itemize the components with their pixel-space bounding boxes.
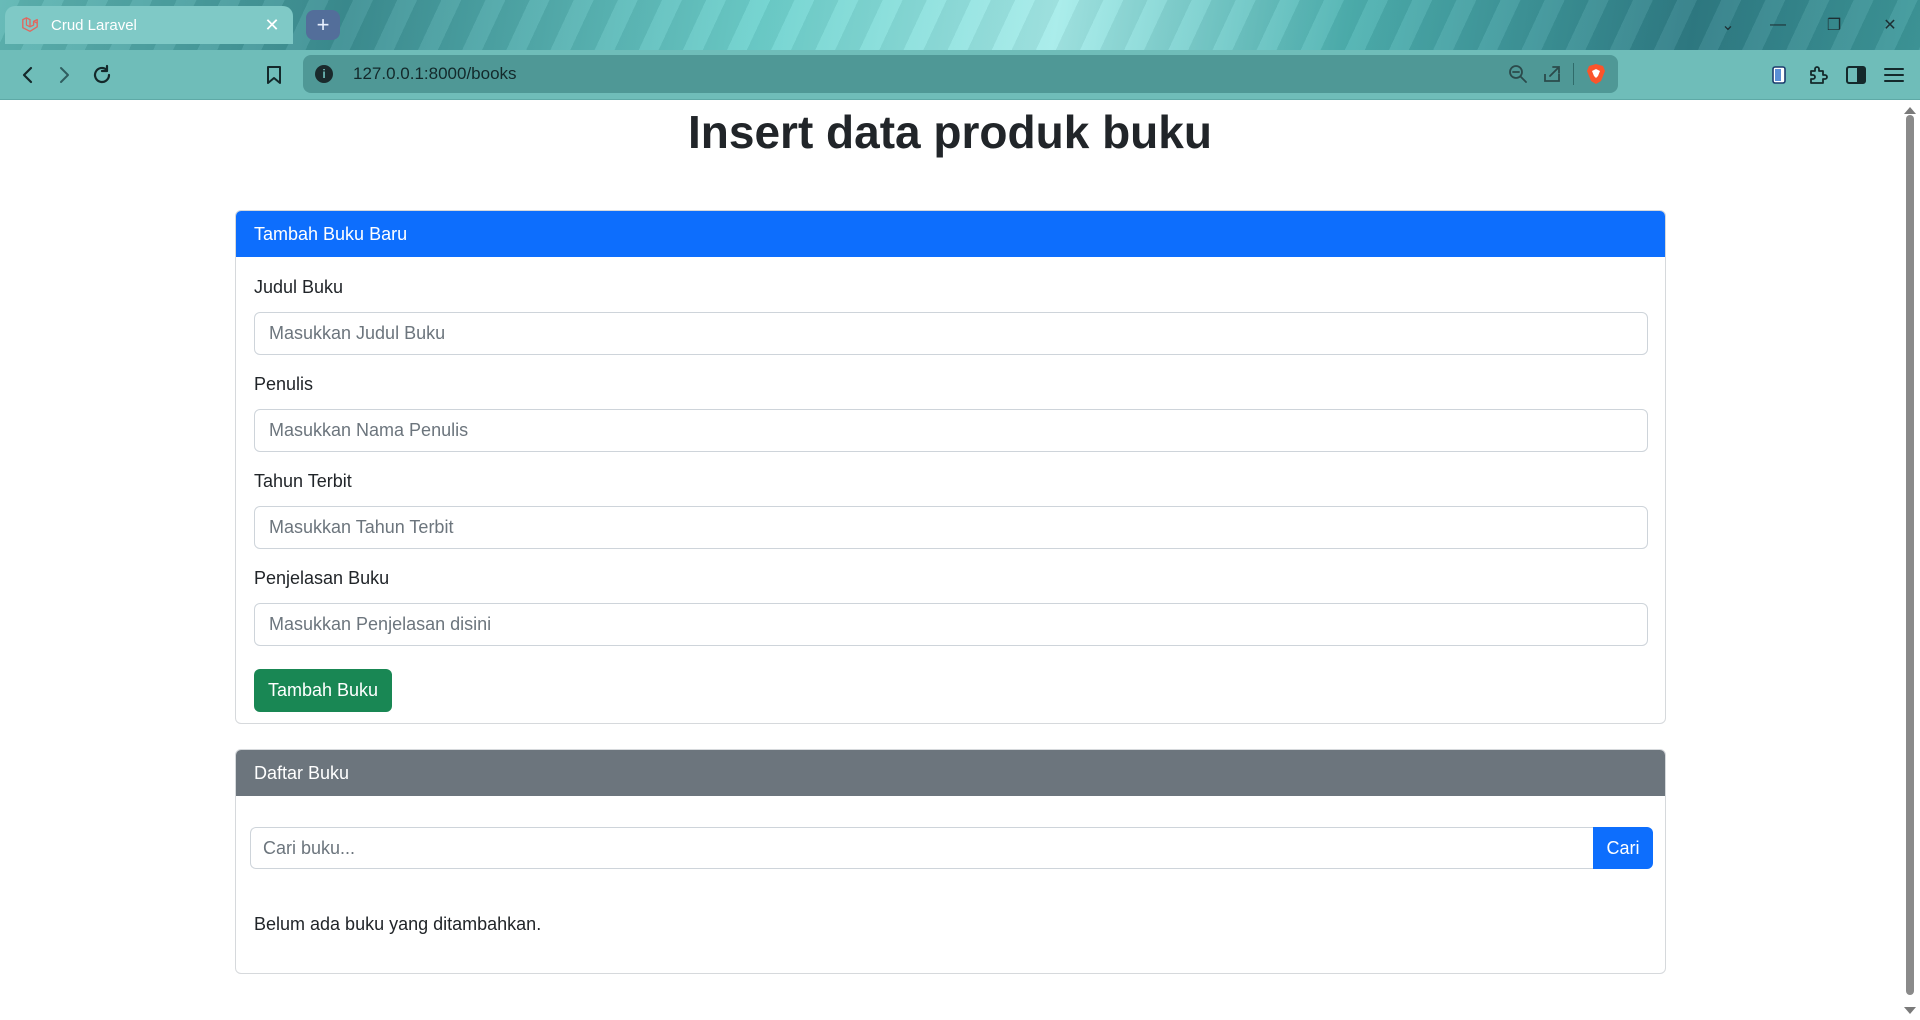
minimize-icon[interactable]: — [1750, 0, 1806, 50]
reload-icon[interactable] [86, 60, 118, 90]
zoom-out-icon[interactable] [1501, 57, 1535, 91]
omnibox-divider [1573, 63, 1574, 85]
scroll-down-arrow-icon[interactable] [1904, 1007, 1916, 1014]
add-book-card-header: Tambah Buku Baru [236, 211, 1665, 257]
year-label: Tahun Terbit [254, 471, 352, 491]
author-input[interactable] [254, 409, 1648, 452]
forward-icon[interactable] [48, 60, 80, 90]
wallet-icon[interactable] [1764, 60, 1796, 90]
site-info-icon[interactable]: i [315, 65, 333, 83]
book-list-card: Daftar Buku Cari Belum ada buku yang dit… [235, 749, 1666, 974]
url-text[interactable]: 127.0.0.1:8000/books [353, 64, 1501, 84]
add-book-card: Tambah Buku Baru Judul Buku Penulis Tahu… [235, 210, 1666, 724]
address-bar[interactable]: i 127.0.0.1:8000/books [303, 55, 1618, 93]
scroll-thumb[interactable] [1906, 115, 1914, 995]
tab-strip: Crud Laravel ✕ + ⌄ — ❐ ✕ [0, 0, 1920, 50]
extensions-icon[interactable] [1802, 60, 1834, 90]
page-content: Insert data produk buku Tambah Buku Baru… [0, 101, 1900, 1020]
page-title: Insert data produk buku [688, 106, 1212, 158]
author-label: Penulis [254, 374, 314, 394]
back-icon[interactable] [12, 60, 44, 90]
close-window-icon[interactable]: ✕ [1862, 0, 1918, 50]
brave-shield-icon[interactable] [1584, 62, 1608, 86]
title-label: Judul Buku [254, 277, 344, 297]
page-scrollbar[interactable] [1900, 101, 1920, 1020]
browser-toolbar: i 127.0.0.1:8000/books [0, 50, 1920, 100]
bookmark-icon[interactable] [258, 60, 290, 90]
restore-icon[interactable]: ❐ [1806, 0, 1862, 50]
empty-list-message: Belum ada buku yang ditambahkan. [254, 914, 542, 934]
search-button[interactable]: Cari [1593, 827, 1653, 869]
description-label: Penjelasan Buku [254, 568, 390, 588]
sidebar-icon[interactable] [1840, 60, 1872, 90]
scroll-up-arrow-icon[interactable] [1904, 107, 1916, 114]
menu-icon[interactable] [1878, 60, 1910, 90]
year-input[interactable] [254, 506, 1648, 549]
tab-title: Crud Laravel [51, 16, 137, 34]
tab-close-icon[interactable]: ✕ [261, 15, 283, 36]
browser-tab[interactable]: Crud Laravel ✕ [5, 6, 293, 44]
laravel-icon [22, 17, 38, 32]
book-list-card-header: Daftar Buku [236, 750, 1665, 796]
add-book-button[interactable]: Tambah Buku [254, 669, 393, 712]
description-input[interactable] [254, 603, 1648, 646]
search-input[interactable] [250, 827, 1593, 869]
title-input[interactable] [254, 312, 1648, 355]
tab-list-icon[interactable]: ⌄ [1700, 0, 1756, 50]
new-tab-button[interactable]: + [306, 10, 340, 40]
share-icon[interactable] [1535, 57, 1569, 91]
